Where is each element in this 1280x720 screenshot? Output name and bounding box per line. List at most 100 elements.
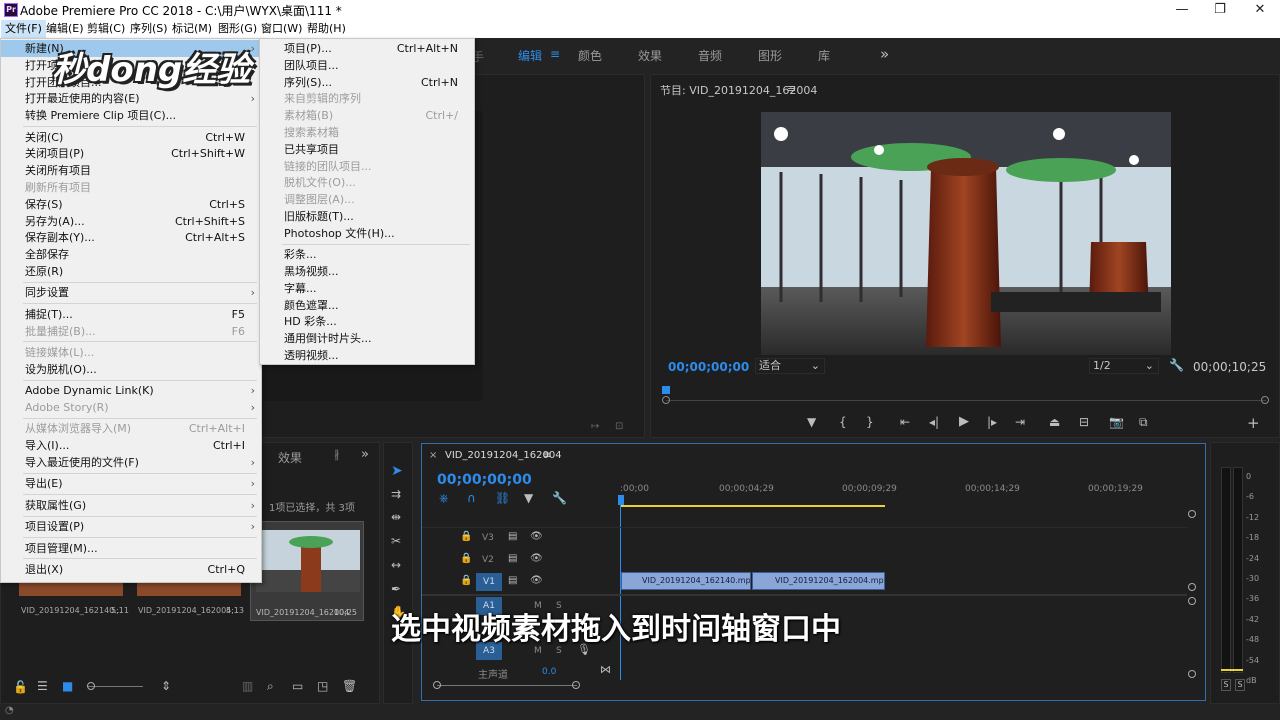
new_submenu-item[interactable]: 旧版标题(T)...: [260, 208, 474, 225]
extract-icon[interactable]: ⊟: [1079, 415, 1089, 429]
menu-edit[interactable]: 编辑(E): [42, 20, 88, 38]
timeline-playhead-handle[interactable]: [618, 495, 624, 505]
video-vscroll-bottom-handle[interactable]: [1188, 583, 1196, 591]
file_menu-item[interactable]: 关闭项目(P) Ctrl+Shift+W: [1, 145, 261, 162]
lock-track-icon[interactable]: 🔒: [460, 553, 472, 564]
file_menu-item[interactable]: Adobe Dynamic Link(K) ›: [1, 382, 261, 399]
sync-lock-icon[interactable]: ▤: [508, 553, 517, 564]
track-v2-label[interactable]: V2: [482, 555, 494, 565]
snap-nest-icon[interactable]: ⎈: [439, 491, 449, 506]
solo-left-button[interactable]: S: [1221, 679, 1231, 691]
step-back-icon[interactable]: ◂|: [929, 415, 939, 429]
clip-thumbnail-3-selected[interactable]: VID_20191204_162004 10;25: [250, 521, 364, 621]
eye-icon[interactable]: 👁: [530, 531, 543, 542]
menu-file[interactable]: 文件(F): [1, 20, 46, 38]
new_submenu-item[interactable]: 序列(S)... Ctrl+N: [260, 74, 474, 91]
timeline-settings-wrench-icon[interactable]: 🔧: [552, 491, 567, 505]
file_menu-item[interactable]: 还原(R): [1, 263, 261, 280]
zoom-slider-handle[interactable]: [87, 682, 95, 690]
file_menu-item[interactable]: 打开最近使用的内容(E) ›: [1, 90, 261, 107]
compare-view-icon[interactable]: ⧉: [1139, 415, 1148, 430]
new_submenu-item[interactable]: 项目(P)... Ctrl+Alt+N: [260, 40, 474, 57]
file_menu-item[interactable]: 项目设置(P) ›: [1, 518, 261, 535]
selection-tool-icon[interactable]: ➤: [391, 463, 403, 479]
close-sequence-icon[interactable]: ×: [429, 450, 437, 461]
icon-view-icon[interactable]: ■: [62, 679, 73, 693]
wrench-icon[interactable]: 🔧: [1169, 358, 1184, 372]
workspace-tab-graphics[interactable]: 图形: [758, 47, 782, 64]
track-v1-label[interactable]: V1: [476, 573, 502, 591]
workspace-tab-editing[interactable]: 编辑: [518, 47, 542, 64]
mark-out-icon[interactable]: }: [866, 415, 874, 429]
workspace-tab-effects[interactable]: 效果: [638, 47, 662, 64]
go-to-out-icon[interactable]: ⇥: [1015, 415, 1025, 429]
menu-clip[interactable]: 剪辑(C): [83, 20, 129, 38]
file_menu-item[interactable]: 导入最近使用的文件(F) ›: [1, 454, 261, 471]
workspace-tab-libraries[interactable]: 库: [818, 47, 830, 64]
file_menu-item[interactable]: 项目管理(M)...: [1, 540, 261, 557]
file_menu-item[interactable]: 导入(I)... Ctrl+I: [1, 437, 261, 454]
new_submenu-item[interactable]: 团队项目...: [260, 57, 474, 74]
track-v3-label[interactable]: V3: [482, 533, 494, 543]
find-icon[interactable]: ⌕: [267, 679, 274, 694]
insert-icon[interactable]: ↦: [591, 421, 599, 432]
play-icon[interactable]: ▶: [959, 414, 969, 429]
menu-graphics[interactable]: 图形(G): [214, 20, 261, 38]
track-select-tool-icon[interactable]: ⇉: [391, 487, 401, 501]
video-vscroll-top-handle[interactable]: [1188, 510, 1196, 518]
eye-icon[interactable]: 👁: [530, 553, 543, 564]
file_menu-item[interactable]: 保存(S) Ctrl+S: [1, 196, 261, 213]
sync-lock-icon[interactable]: ▤: [508, 531, 517, 542]
lift-icon[interactable]: ⏏: [1049, 415, 1060, 429]
trash-icon[interactable]: 🗑: [342, 679, 357, 693]
file_menu-item[interactable]: 捕捉(T)... F5: [1, 306, 261, 323]
lock-icon[interactable]: 🔓: [13, 680, 28, 694]
effects-tab[interactable]: 效果: [278, 449, 302, 466]
new_submenu-item[interactable]: 字幕...: [260, 280, 474, 297]
audio-vscroll-top-handle[interactable]: [1188, 597, 1196, 605]
scrub-start-handle[interactable]: [662, 396, 670, 404]
overwrite-icon[interactable]: ⊡: [615, 421, 623, 432]
audio-vscroll-bottom-handle[interactable]: [1188, 670, 1196, 678]
sort-icon[interactable]: ⇕: [161, 679, 171, 693]
file_menu-item[interactable]: 设为脱机(O)...: [1, 361, 261, 378]
new_submenu-item[interactable]: Photoshop 文件(H)...: [260, 225, 474, 242]
button-editor-plus-icon[interactable]: +: [1247, 414, 1260, 432]
file_menu-item[interactable]: 全部保存: [1, 246, 261, 263]
new_submenu-item[interactable]: 黑场视频...: [260, 263, 474, 280]
new_submenu-item[interactable]: 通用倒计时片头...: [260, 330, 474, 347]
pen-tool-icon[interactable]: ✒: [391, 582, 401, 596]
menu-window[interactable]: 窗口(W): [257, 20, 306, 38]
resolution-select[interactable]: 1/2 ⌄: [1089, 358, 1159, 374]
new-bin-icon[interactable]: ▭: [292, 679, 303, 693]
program-panel-menu-icon[interactable]: ≡: [787, 82, 796, 95]
step-forward-icon[interactable]: |▸: [987, 415, 997, 429]
eye-icon[interactable]: 👁: [530, 575, 543, 586]
menu-sequence[interactable]: 序列(S): [126, 20, 172, 38]
file_menu-item[interactable]: 保存副本(Y)... Ctrl+Alt+S: [1, 229, 261, 246]
timeline-zoom-scrollbar[interactable]: [437, 685, 577, 686]
more-panels-icon[interactable]: »: [361, 447, 369, 462]
snap-magnet-icon[interactable]: ∩: [467, 491, 476, 505]
export-frame-icon[interactable]: 📷: [1109, 415, 1124, 429]
workspace-tab-color[interactable]: 颜色: [578, 47, 602, 64]
markers-tab-icon[interactable]: ∦: [334, 448, 340, 461]
add-marker-icon[interactable]: ▼: [807, 415, 816, 429]
add-marker-icon[interactable]: ▼: [524, 491, 533, 505]
file_menu-item[interactable]: 关闭所有项目: [1, 162, 261, 179]
file_menu-item[interactable]: 导出(E) ›: [1, 475, 261, 492]
new_submenu-item[interactable]: HD 彩条...: [260, 313, 474, 330]
workspace-menu-icon[interactable]: ≡: [550, 47, 560, 61]
file_menu-item[interactable]: 转换 Premiere Clip 项目(C)...: [1, 107, 261, 124]
scrollbar-left-handle[interactable]: [433, 681, 441, 689]
menu-help[interactable]: 帮助(H): [303, 20, 350, 38]
program-current-timecode[interactable]: 00;00;00;00: [668, 360, 749, 374]
scrub-end-handle[interactable]: [1261, 396, 1269, 404]
list-view-icon[interactable]: ☰: [37, 679, 48, 693]
playhead-marker[interactable]: [662, 386, 670, 394]
maximize-button[interactable]: ❐: [1200, 0, 1240, 20]
go-to-end-icon[interactable]: ⋈: [600, 663, 611, 676]
new_submenu-item[interactable]: 彩条...: [260, 246, 474, 263]
file_menu-item[interactable]: 关闭(C) Ctrl+W: [1, 129, 261, 146]
master-volume-value[interactable]: 0.0: [542, 667, 556, 677]
